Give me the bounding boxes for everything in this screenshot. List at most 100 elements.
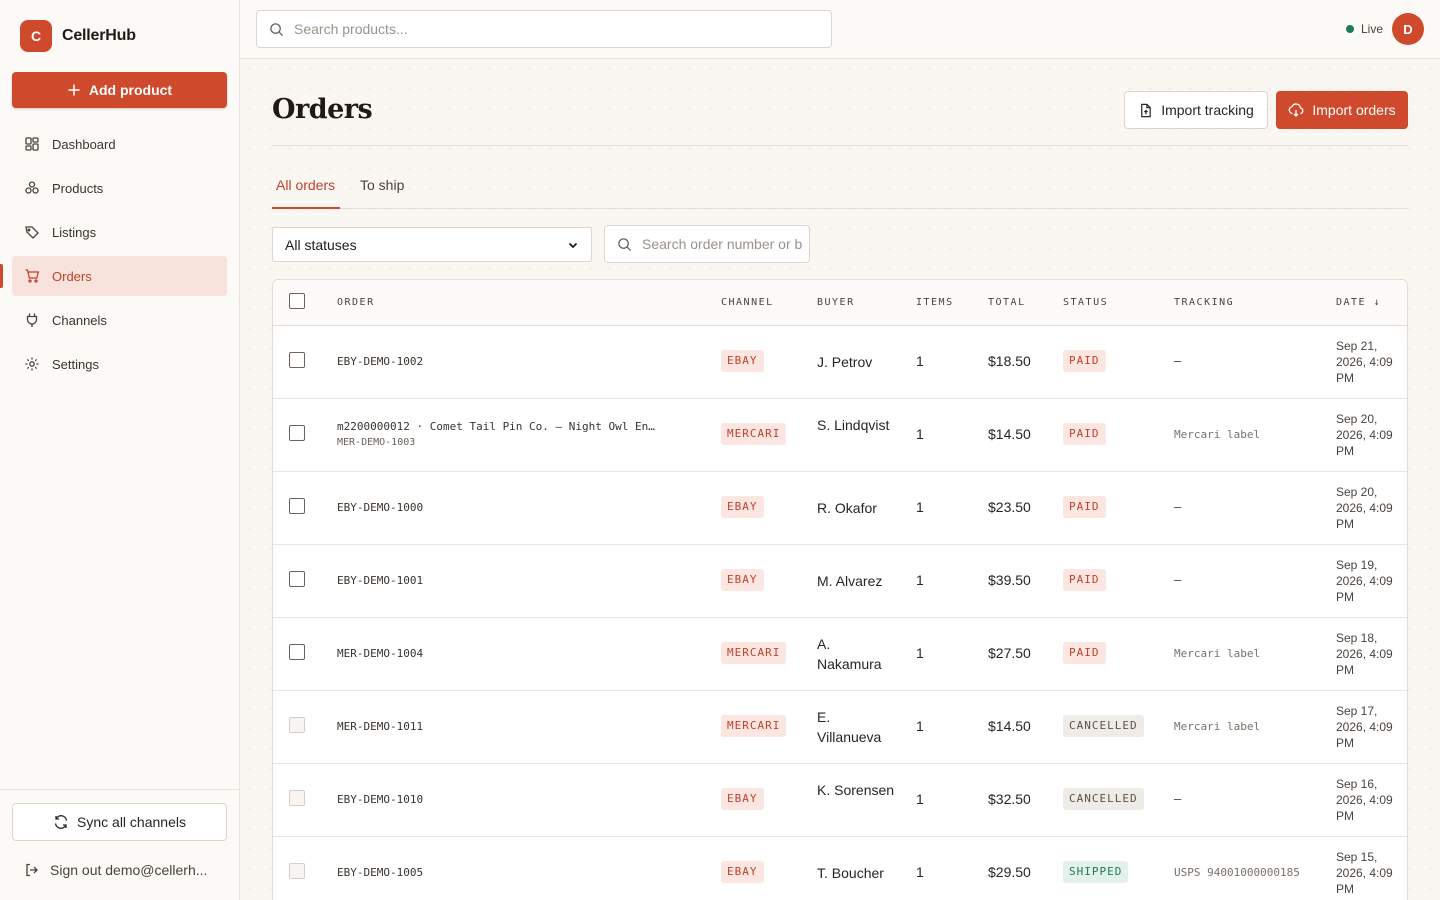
sidebar-item-orders[interactable]: Orders (0, 256, 227, 296)
buyer-name: M. Alvarez (817, 573, 883, 589)
sidebar-footer: Sync all channels Sign out demo@cellerh.… (0, 789, 240, 878)
order-date: Sep 18, 2026, 4:09 PM (1336, 631, 1393, 677)
sidebar-item-label: Dashboard (52, 136, 116, 152)
table-header: ORDER CHANNEL BUYER ITEMS TOTAL STATUS T… (273, 280, 1407, 326)
cart-icon (25, 269, 40, 283)
table-row[interactable]: EBY-DEMO-1005 EBAY T. Boucher 1 $29.50 SHIPPE… (273, 837, 1407, 900)
sidebar-item-label: Orders (52, 268, 92, 284)
status-badge: PAID (1063, 496, 1106, 518)
sidebar-item-listings[interactable]: Listings (12, 212, 227, 252)
tracking-info: – (1174, 353, 1182, 368)
brand[interactable]: C CellerHub (20, 20, 136, 52)
sidebar-item-products[interactable]: Products (12, 168, 227, 208)
add-product-button[interactable]: Add product (12, 72, 227, 108)
buyer-name: S. Lindqvist (817, 417, 890, 433)
sidebar-item-dashboard[interactable]: Dashboard (12, 124, 227, 164)
order-number[interactable]: MER-DEMO-1011 (337, 720, 423, 733)
col-buyer[interactable]: BUYER (817, 297, 855, 308)
row-checkbox (289, 717, 305, 733)
col-status[interactable]: STATUS (1063, 297, 1108, 308)
order-total: $14.50 (988, 718, 1031, 734)
status-badge: PAID (1063, 350, 1106, 372)
order-number[interactable]: EBY-DEMO-1001 (337, 574, 423, 587)
item-count: 1 (916, 645, 924, 661)
item-count: 1 (916, 791, 924, 807)
select-all-checkbox[interactable] (289, 293, 305, 309)
order-number[interactable]: EBY-DEMO-1000 (337, 501, 423, 514)
order-total: $23.50 (988, 499, 1031, 515)
row-checkbox (289, 790, 305, 806)
table-row[interactable]: EBY-DEMO-1001 EBAY M. Alvarez 1 $39.50 PAID – S… (273, 545, 1407, 618)
topbar: Live D (240, 0, 1440, 59)
import-tracking-label: Import tracking (1161, 102, 1254, 118)
import-tracking-button[interactable]: Import tracking (1124, 91, 1268, 129)
table-row[interactable]: MER-DEMO-1004 MERCARI A. Nakamura 1 $27.50 PA… (273, 618, 1407, 691)
product-search[interactable] (256, 10, 832, 48)
channel-badge: EBAY (721, 788, 764, 810)
order-title[interactable]: m2200000012 · Comet Tail Pin Co. — Night… (337, 420, 655, 433)
order-number[interactable]: EBY-DEMO-1005 (337, 866, 423, 879)
buyer-name: T. Boucher (817, 865, 884, 881)
item-count: 1 (916, 499, 924, 515)
buyer-name: K. Sorensen (817, 782, 895, 798)
avatar[interactable]: D (1392, 13, 1424, 45)
item-count: 1 (916, 572, 924, 588)
sidebar-item-channels[interactable]: Channels (12, 300, 227, 340)
add-product-label: Add product (88, 82, 173, 98)
tracking-info: Mercari label (1174, 647, 1261, 660)
status-badge: PAID (1063, 642, 1106, 664)
order-number[interactable]: EBY-DEMO-1002 (337, 355, 423, 368)
table-row[interactable]: m2200000012 · Comet Tail Pin Co. — Night… (273, 399, 1407, 472)
product-search-input[interactable] (294, 21, 814, 37)
brand-name: CellerHub (62, 27, 136, 44)
status-badge: PAID (1063, 423, 1106, 445)
item-count: 1 (916, 864, 924, 880)
table-row[interactable]: EBY-DEMO-1000 EBAY R. Okafor 1 $23.50 PAID – Se… (273, 472, 1407, 545)
row-checkbox[interactable] (289, 644, 305, 660)
tracking-info: – (1174, 572, 1182, 587)
sync-all-channels-button[interactable]: Sync all channels (12, 803, 227, 841)
row-checkbox[interactable] (289, 352, 305, 368)
buyer-name: A. Nakamura (817, 636, 882, 672)
col-total[interactable]: TOTAL (988, 297, 1026, 308)
col-tracking[interactable]: TRACKING (1174, 297, 1234, 308)
row-checkbox[interactable] (289, 571, 305, 587)
sign-out-icon (26, 863, 38, 877)
status-filter-select[interactable]: All statuses (272, 227, 592, 262)
table-row[interactable]: EBY-DEMO-1002 EBAY J. Petrov 1 $18.50 PAID – Se… (273, 326, 1407, 399)
order-search[interactable] (604, 225, 810, 263)
status-badge: SHIPPED (1063, 861, 1129, 883)
table-row[interactable]: EBY-DEMO-1010 EBAY K. Sorensen 1 $32.50 CANCE… (273, 764, 1407, 837)
sidebar-item-settings[interactable]: Settings (12, 344, 227, 384)
order-number[interactable]: MER-DEMO-1004 (337, 647, 423, 660)
row-checkbox[interactable] (289, 498, 305, 514)
order-number: MER-DEMO-1003 (337, 437, 416, 448)
status-badge: CANCELLED (1063, 788, 1144, 810)
brand-logo: C (20, 20, 52, 52)
order-tabs: All orders To ship (272, 167, 1408, 209)
buyer-name: E. Villanueva (817, 709, 882, 745)
tracking-info: Mercari label (1174, 720, 1261, 733)
live-indicator: Live (1346, 22, 1383, 36)
col-date[interactable]: DATE ↓ (1336, 297, 1381, 308)
row-checkbox[interactable] (289, 425, 305, 441)
table-row[interactable]: MER-DEMO-1011 MERCARI E. Villanueva 1 $14.50… (273, 691, 1407, 764)
channel-badge: EBAY (721, 496, 764, 518)
tab-all-orders[interactable]: All orders (272, 167, 340, 209)
search-icon (618, 237, 632, 251)
order-search-input[interactable] (642, 236, 802, 252)
orders-table: ORDER CHANNEL BUYER ITEMS TOTAL STATUS T… (272, 279, 1408, 900)
status-filter-value: All statuses (285, 236, 357, 253)
main-content: Orders Import tracking Import orders All… (240, 59, 1440, 900)
sign-out-link[interactable]: Sign out demo@cellerh... (24, 862, 224, 878)
tab-to-ship[interactable]: To ship (360, 167, 404, 209)
order-number[interactable]: EBY-DEMO-1010 (337, 793, 423, 806)
order-total: $32.50 (988, 791, 1031, 807)
import-orders-button[interactable]: Import orders (1276, 91, 1408, 129)
col-channel[interactable]: CHANNEL (721, 297, 774, 308)
col-items[interactable]: ITEMS (916, 297, 954, 308)
gear-icon (25, 357, 39, 371)
search-icon (270, 22, 284, 36)
col-order[interactable]: ORDER (337, 297, 375, 308)
order-date: Sep 20, 2026, 4:09 PM (1336, 412, 1393, 458)
